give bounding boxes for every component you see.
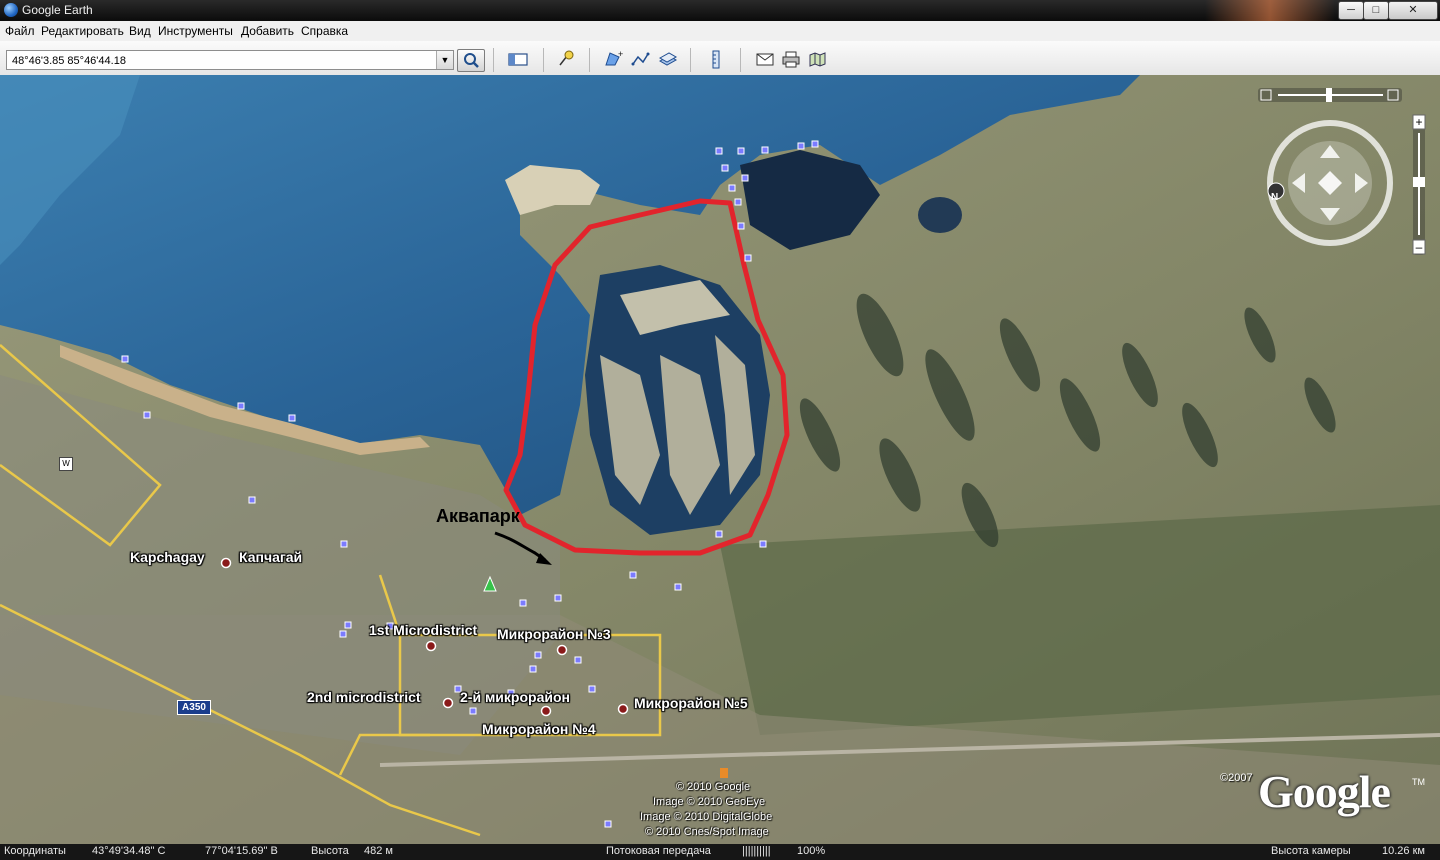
toolbar-separator — [493, 48, 494, 72]
maximize-button[interactable]: □ — [1363, 1, 1389, 20]
svg-text:+: + — [1415, 115, 1422, 129]
image-overlay-button[interactable] — [657, 49, 679, 69]
streaming-percent: 100% — [797, 845, 826, 857]
streaming-label: Потоковая передача — [606, 845, 711, 857]
streaming-bars: |||||||||| — [742, 845, 771, 857]
google-earth-icon — [4, 3, 18, 17]
printer-icon — [782, 51, 800, 68]
menu-help[interactable]: Справка — [301, 24, 348, 38]
menu-add[interactable]: Добавить — [241, 24, 294, 38]
toolbar-separator — [740, 48, 741, 72]
imagery-credit: © 2010 Google — [676, 781, 751, 793]
toolbar: ▼ + — [0, 41, 1440, 76]
map-icon — [809, 52, 826, 67]
place-label[interactable]: Микрорайон №4 — [482, 721, 596, 737]
path-button[interactable] — [630, 49, 652, 69]
zoom-slider-handle[interactable] — [1413, 177, 1425, 187]
w-marker: W — [59, 457, 73, 471]
aquapark-label: Аквапарк — [436, 506, 520, 526]
satellite-imagery — [0, 75, 1440, 844]
sidebar-icon — [508, 53, 528, 66]
sidebar-toggle-button[interactable] — [507, 49, 529, 69]
imagery-credit: © 2010 Cnes/Spot Image — [645, 826, 769, 838]
title-bar: Google Earth ─ □ ✕ — [0, 0, 1440, 21]
altitude-value: 482 м — [364, 845, 393, 857]
place-label[interactable]: Kapchagay — [130, 549, 205, 565]
polygon-icon: + — [605, 49, 623, 66]
camera-altitude-label: Высота камеры — [1271, 845, 1351, 857]
compass-north-label[interactable]: N — [1271, 192, 1278, 203]
google-logo: Google — [1258, 766, 1391, 817]
window-title: Google Earth — [22, 3, 93, 17]
polygon-button[interactable]: + — [603, 49, 625, 69]
altitude-label: Высота — [311, 845, 349, 857]
menu-bar: Файл Редактировать Вид Инструменты Добав… — [0, 21, 1440, 42]
menu-view[interactable]: Вид — [129, 24, 151, 38]
search-icon — [464, 53, 479, 68]
place-label[interactable]: 2-й микрорайон — [460, 689, 570, 705]
search-input[interactable] — [10, 52, 434, 69]
envelope-icon — [756, 53, 774, 66]
minimize-button[interactable]: ─ — [1338, 1, 1364, 20]
close-button[interactable]: ✕ — [1388, 1, 1438, 20]
camera-altitude-value: 10.26 км — [1382, 845, 1425, 857]
place-label[interactable]: 2nd microdistrict — [307, 689, 421, 705]
svg-text:+: + — [618, 49, 623, 59]
ruler-icon — [712, 50, 720, 69]
ruler-button[interactable] — [705, 49, 727, 69]
title-bar-glow — [1205, 0, 1335, 21]
road-label: A350 — [177, 700, 211, 715]
earth-viewport[interactable]: Аквапарк Kapchagay Капчагай 1st Microdis… — [0, 75, 1440, 844]
status-bar: Координаты 43°49'34.48" С 77°04'15.69" В… — [0, 844, 1440, 860]
place-label[interactable]: 1st Microdistrict — [369, 622, 477, 638]
search-button[interactable] — [457, 49, 485, 72]
toolbar-separator — [589, 48, 590, 72]
place-label[interactable]: Микрорайон №3 — [497, 626, 611, 642]
pushpin-icon — [559, 50, 574, 66]
copyright-2007: ©2007 — [1220, 772, 1253, 784]
image-overlay-icon — [658, 52, 678, 66]
tilt-slider-handle[interactable] — [1326, 88, 1332, 102]
placemark-button[interactable] — [555, 49, 577, 69]
view-in-maps-button[interactable] — [807, 49, 829, 69]
coords-label: Координаты — [4, 845, 66, 857]
path-icon — [631, 52, 650, 66]
menu-tools[interactable]: Инструменты — [158, 24, 233, 38]
toolbar-separator — [690, 48, 691, 72]
toolbar-separator — [543, 48, 544, 72]
latitude-value: 43°49'34.48" С — [92, 845, 166, 857]
navigation-controls: + – N — [1258, 85, 1434, 255]
svg-text:–: – — [1416, 240, 1423, 254]
search-box: ▼ — [6, 50, 454, 70]
search-history-dropdown[interactable]: ▼ — [436, 51, 453, 69]
place-label[interactable]: Микрорайон №5 — [634, 695, 748, 711]
menu-edit[interactable]: Редактировать — [41, 24, 124, 38]
print-button[interactable] — [780, 49, 802, 69]
imagery-credit: Image © 2010 DigitalGlobe — [640, 811, 773, 823]
orange-marker — [720, 768, 728, 778]
imagery-credit: Image © 2010 GeoEye — [653, 796, 766, 808]
trademark-mark: TM — [1412, 777, 1425, 787]
longitude-value: 77°04'15.69" В — [205, 845, 278, 857]
place-label[interactable]: Капчагай — [239, 549, 302, 565]
email-button[interactable] — [754, 49, 776, 69]
menu-file[interactable]: Файл — [5, 24, 35, 38]
